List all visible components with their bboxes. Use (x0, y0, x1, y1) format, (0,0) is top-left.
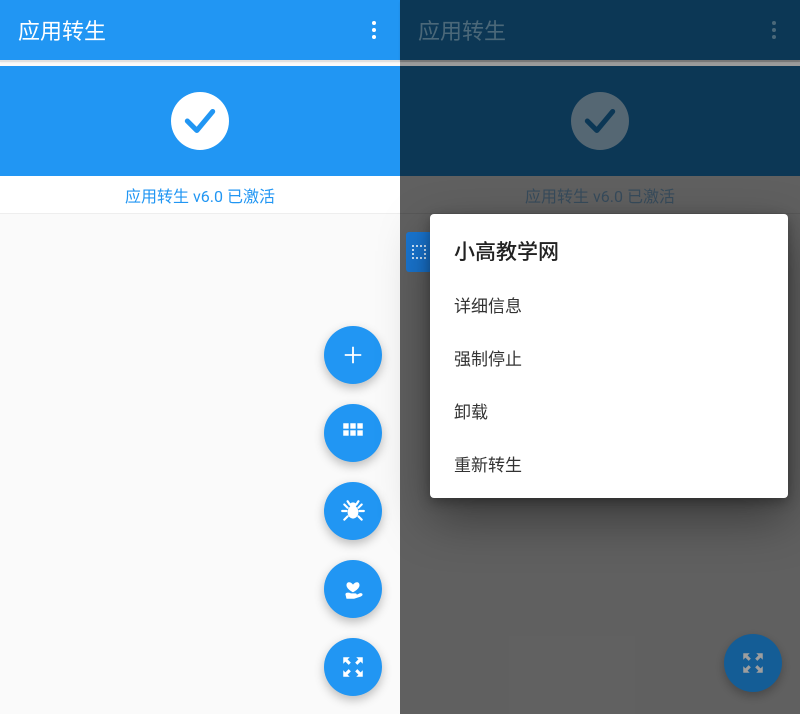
screen-left: 应用转生 应用转生 v6.0 已激活 (0, 0, 400, 714)
fab-stack (324, 326, 382, 696)
screen-right: 应用转生 应用转生 v6.0 已激活 小高教学网 详细信息 强制停止 卸载 重 (400, 0, 800, 714)
check-circle-icon (571, 92, 629, 150)
fab-bug[interactable] (324, 482, 382, 540)
context-menu-dialog: 小高教学网 详细信息 强制停止 卸载 重新转生 (430, 214, 788, 498)
divider (400, 60, 800, 62)
check-circle-icon (171, 92, 229, 150)
more-menu-button[interactable] (362, 18, 386, 42)
app-list-icon (406, 232, 432, 272)
fab-expand[interactable] (324, 638, 382, 696)
fab-grid[interactable] (324, 404, 382, 462)
menu-item-reincarnate[interactable]: 重新转生 (430, 437, 788, 490)
bug-icon (340, 498, 366, 524)
more-vertical-icon (372, 21, 376, 39)
app-title: 应用转生 (418, 14, 506, 46)
appbar-left: 应用转生 (0, 0, 400, 60)
heart-hand-icon (340, 576, 366, 602)
fab-expand[interactable] (724, 634, 782, 692)
menu-item-uninstall[interactable]: 卸载 (430, 384, 788, 437)
menu-item-force-stop[interactable]: 强制停止 (430, 331, 788, 384)
fab-heart[interactable] (324, 560, 382, 618)
more-vertical-icon (772, 21, 776, 39)
content-area (0, 214, 400, 714)
plus-icon (342, 344, 364, 366)
menu-item-details[interactable]: 详细信息 (430, 278, 788, 331)
status-text: 应用转生 v6.0 已激活 (400, 176, 800, 214)
status-banner (0, 66, 400, 176)
divider (0, 60, 400, 62)
fab-add[interactable] (324, 326, 382, 384)
status-banner (400, 66, 800, 176)
appbar-right: 应用转生 (400, 0, 800, 60)
more-menu-button[interactable] (762, 18, 786, 42)
status-text: 应用转生 v6.0 已激活 (0, 176, 400, 214)
grid-icon (340, 420, 366, 446)
dialog-title: 小高教学网 (430, 232, 788, 278)
expand-icon (340, 654, 366, 680)
expand-icon (740, 650, 766, 676)
app-title: 应用转生 (18, 14, 106, 46)
